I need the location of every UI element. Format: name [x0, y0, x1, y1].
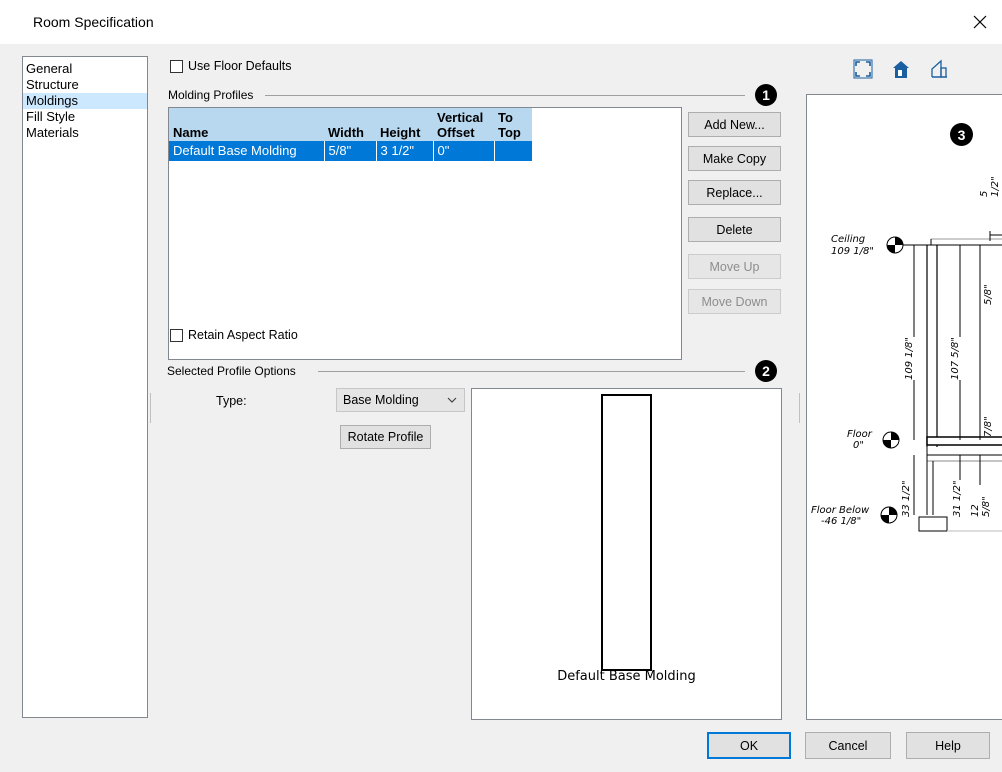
nav-item-materials[interactable]: Materials [23, 125, 147, 141]
nav-item-fill-style[interactable]: Fill Style [23, 109, 147, 125]
ceiling-marker-value: 109 1/8" [831, 246, 874, 257]
divider [318, 371, 745, 372]
close-button[interactable] [958, 0, 1002, 44]
checkbox-box[interactable] [170, 328, 183, 342]
dimension-12-5-8: 12 5/8" [970, 485, 992, 517]
category-list: General Structure Moldings Fill Style Ma… [22, 56, 148, 718]
cell-name[interactable]: Default Base Molding [169, 141, 325, 161]
preview-caption: Default Base Molding [557, 669, 696, 684]
floor-marker-value: 0" [853, 440, 864, 451]
column-header-width[interactable]: Width [324, 108, 376, 141]
cell-height[interactable]: 3 1/2" [376, 141, 434, 161]
cell-vertical-offset[interactable]: 0" [433, 141, 495, 161]
use-floor-defaults-checkbox[interactable]: Use Floor Defaults [170, 59, 292, 73]
add-new-button[interactable]: Add New... [688, 112, 781, 137]
nav-item-structure[interactable]: Structure [23, 77, 147, 93]
cancel-button[interactable]: Cancel [805, 732, 891, 759]
floor-marker-label: Floor [847, 429, 872, 440]
column-header-to-top[interactable]: To Top [494, 108, 532, 141]
replace-button[interactable]: Replace... [688, 180, 781, 205]
elevation-icon[interactable] [928, 58, 950, 80]
callout-badge-2: 2 [755, 360, 777, 382]
profile-preview: Default Base Molding [471, 388, 782, 720]
dimension-31-1-2: 31 1/2" [952, 480, 963, 517]
move-down-button[interactable]: Move Down [688, 289, 781, 314]
profiles-grid: Name Width Height Vertical Offset To Top… [169, 108, 532, 161]
chevron-down-icon [447, 397, 457, 403]
divider [265, 95, 745, 96]
type-label: Type: [216, 394, 247, 408]
splitter-handle[interactable] [799, 393, 800, 423]
dimension-33-1-2: 33 1/2" [901, 480, 912, 517]
column-header-name[interactable]: Name [169, 108, 324, 141]
cross-section-preview: 3 Ceiling 109 1/8" Floor 0" Floor Below … [806, 94, 1002, 720]
splitter-handle[interactable] [150, 393, 151, 423]
make-copy-button[interactable]: Make Copy [688, 146, 781, 171]
checkbox-box[interactable] [170, 59, 183, 73]
move-up-button[interactable]: Move Up [688, 254, 781, 279]
view-toolbar [852, 58, 950, 80]
help-button[interactable]: Help [906, 732, 990, 759]
retain-aspect-ratio-label: Retain Aspect Ratio [188, 328, 298, 342]
floor-below-marker-value: -46 1/8" [821, 516, 862, 527]
house-icon[interactable] [890, 58, 912, 80]
nav-item-moldings[interactable]: Moldings [23, 93, 147, 109]
nav-item-general[interactable]: General [23, 61, 147, 77]
retain-aspect-ratio-checkbox[interactable]: Retain Aspect Ratio [170, 328, 298, 342]
section-drawing [880, 231, 1002, 532]
molding-profiles-label: Molding Profiles [168, 88, 254, 102]
dimension-109-1-8: 109 1/8" [904, 337, 915, 380]
delete-button[interactable]: Delete [688, 217, 781, 242]
callout-badge-1: 1 [755, 84, 777, 106]
rotate-profile-button[interactable]: Rotate Profile [340, 425, 431, 449]
dimension-5-8: 5/8" [983, 284, 994, 305]
molding-profiles-table[interactable]: Name Width Height Vertical Offset To Top… [168, 107, 682, 360]
window-title: Room Specification [33, 14, 154, 30]
ok-button[interactable]: OK [707, 732, 791, 759]
column-header-height[interactable]: Height [376, 108, 433, 141]
dimension-7-8: 7/8" [983, 416, 994, 437]
selected-profile-options-label: Selected Profile Options [167, 364, 296, 378]
dimension-107-5-8: 107 5/8" [950, 337, 961, 380]
use-floor-defaults-label: Use Floor Defaults [188, 59, 292, 73]
close-icon [973, 15, 987, 29]
dialog-client-area: General Structure Moldings Fill Style Ma… [0, 44, 1002, 772]
table-row[interactable]: Default Base Molding 5/8" 3 1/2" 0" [169, 141, 532, 161]
cell-to-top[interactable] [494, 141, 532, 161]
type-dropdown[interactable]: Base Molding [336, 388, 465, 412]
column-header-vertical-offset[interactable]: Vertical Offset [433, 108, 494, 141]
molding-profile-shape [601, 394, 652, 671]
table-header-row: Name Width Height Vertical Offset To Top [169, 108, 532, 141]
dimension-5-1-2: 5 1/2" [979, 176, 1001, 197]
cell-width[interactable]: 5/8" [324, 141, 377, 161]
fit-view-icon[interactable] [852, 58, 874, 80]
floor-below-marker-label: Floor Below [811, 505, 870, 516]
type-dropdown-value: Base Molding [343, 393, 419, 407]
title-bar: Room Specification [0, 0, 1002, 44]
ceiling-marker-label: Ceiling [831, 234, 866, 245]
